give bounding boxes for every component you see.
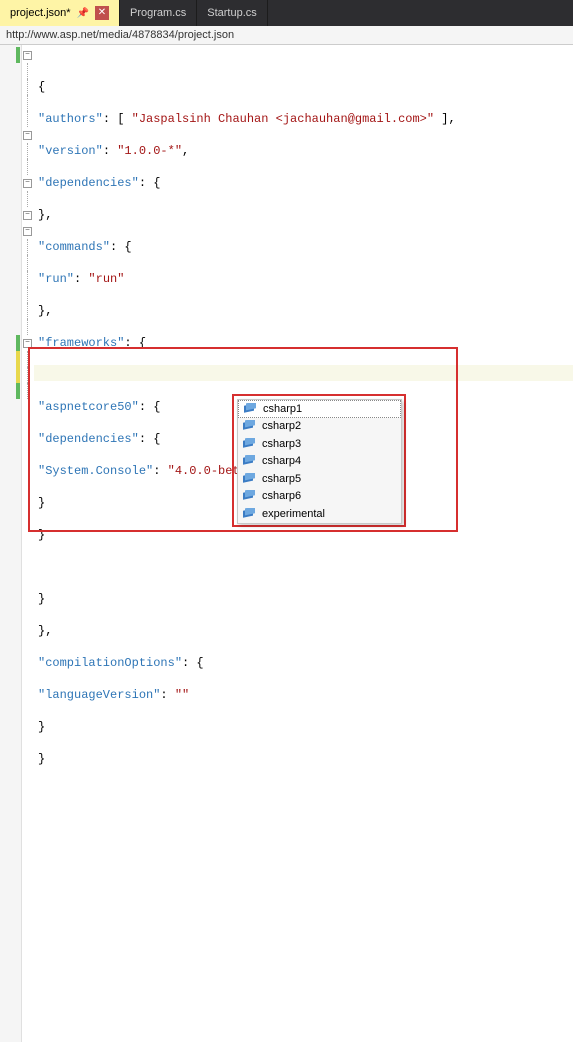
intellisense-label: csharp4	[262, 455, 301, 467]
value-icon	[242, 490, 256, 502]
intellisense-label: csharp5	[262, 473, 301, 485]
fold-icon[interactable]: −	[23, 131, 32, 140]
tab-bar: project.json* 📌 ✕ Program.cs Startup.cs	[0, 0, 573, 26]
value-icon	[242, 420, 256, 432]
pin-icon[interactable]: 📌	[77, 8, 89, 19]
intellisense-label: experimental	[262, 508, 325, 520]
intellisense-item[interactable]: csharp5	[238, 470, 401, 488]
fold-icon[interactable]: −	[23, 179, 32, 188]
close-icon[interactable]: ✕	[95, 6, 109, 20]
value-icon	[242, 508, 256, 520]
gutter	[0, 45, 22, 1042]
code-body[interactable]: { "authors": [ "Jaspalsinh Chauhan <jach…	[34, 45, 573, 1042]
value-icon	[242, 438, 256, 450]
tab-label: Startup.cs	[207, 7, 257, 19]
intellisense-item[interactable]: csharp3	[238, 435, 401, 453]
address-text: http://www.asp.net/media/4878834/project…	[6, 29, 234, 41]
fold-icon[interactable]: −	[23, 51, 32, 60]
intellisense-item[interactable]: csharp2	[238, 418, 401, 436]
intellisense-label: csharp3	[262, 438, 301, 450]
intellisense-item[interactable]: csharp4	[238, 453, 401, 471]
code-editor[interactable]: − − − − − − { "authors": [ "Jaspalsinh C…	[0, 45, 573, 1042]
tab-program-cs[interactable]: Program.cs	[120, 0, 197, 26]
value-icon	[242, 473, 256, 485]
intellisense-label: csharp1	[263, 403, 302, 415]
fold-icon[interactable]: −	[23, 211, 32, 220]
value-icon	[243, 403, 257, 415]
fold-column: − − − − − −	[22, 45, 34, 1042]
tab-label: project.json*	[10, 7, 71, 19]
intellisense-label: csharp2	[262, 420, 301, 432]
tab-project-json[interactable]: project.json* 📌 ✕	[0, 0, 120, 26]
tab-startup-cs[interactable]: Startup.cs	[197, 0, 268, 26]
address-bar[interactable]: http://www.asp.net/media/4878834/project…	[0, 26, 573, 45]
fold-icon[interactable]: −	[23, 339, 32, 348]
value-icon	[242, 455, 256, 467]
intellisense-label: csharp6	[262, 490, 301, 502]
intellisense-item[interactable]: csharp6	[238, 488, 401, 506]
intellisense-item[interactable]: csharp1	[238, 400, 401, 418]
fold-icon[interactable]: −	[23, 227, 32, 236]
tab-label: Program.cs	[130, 7, 186, 19]
intellisense-popup[interactable]: csharp1 csharp2 csharp3 csharp4 csharp5 …	[237, 399, 402, 524]
intellisense-item[interactable]: experimental	[238, 505, 401, 523]
